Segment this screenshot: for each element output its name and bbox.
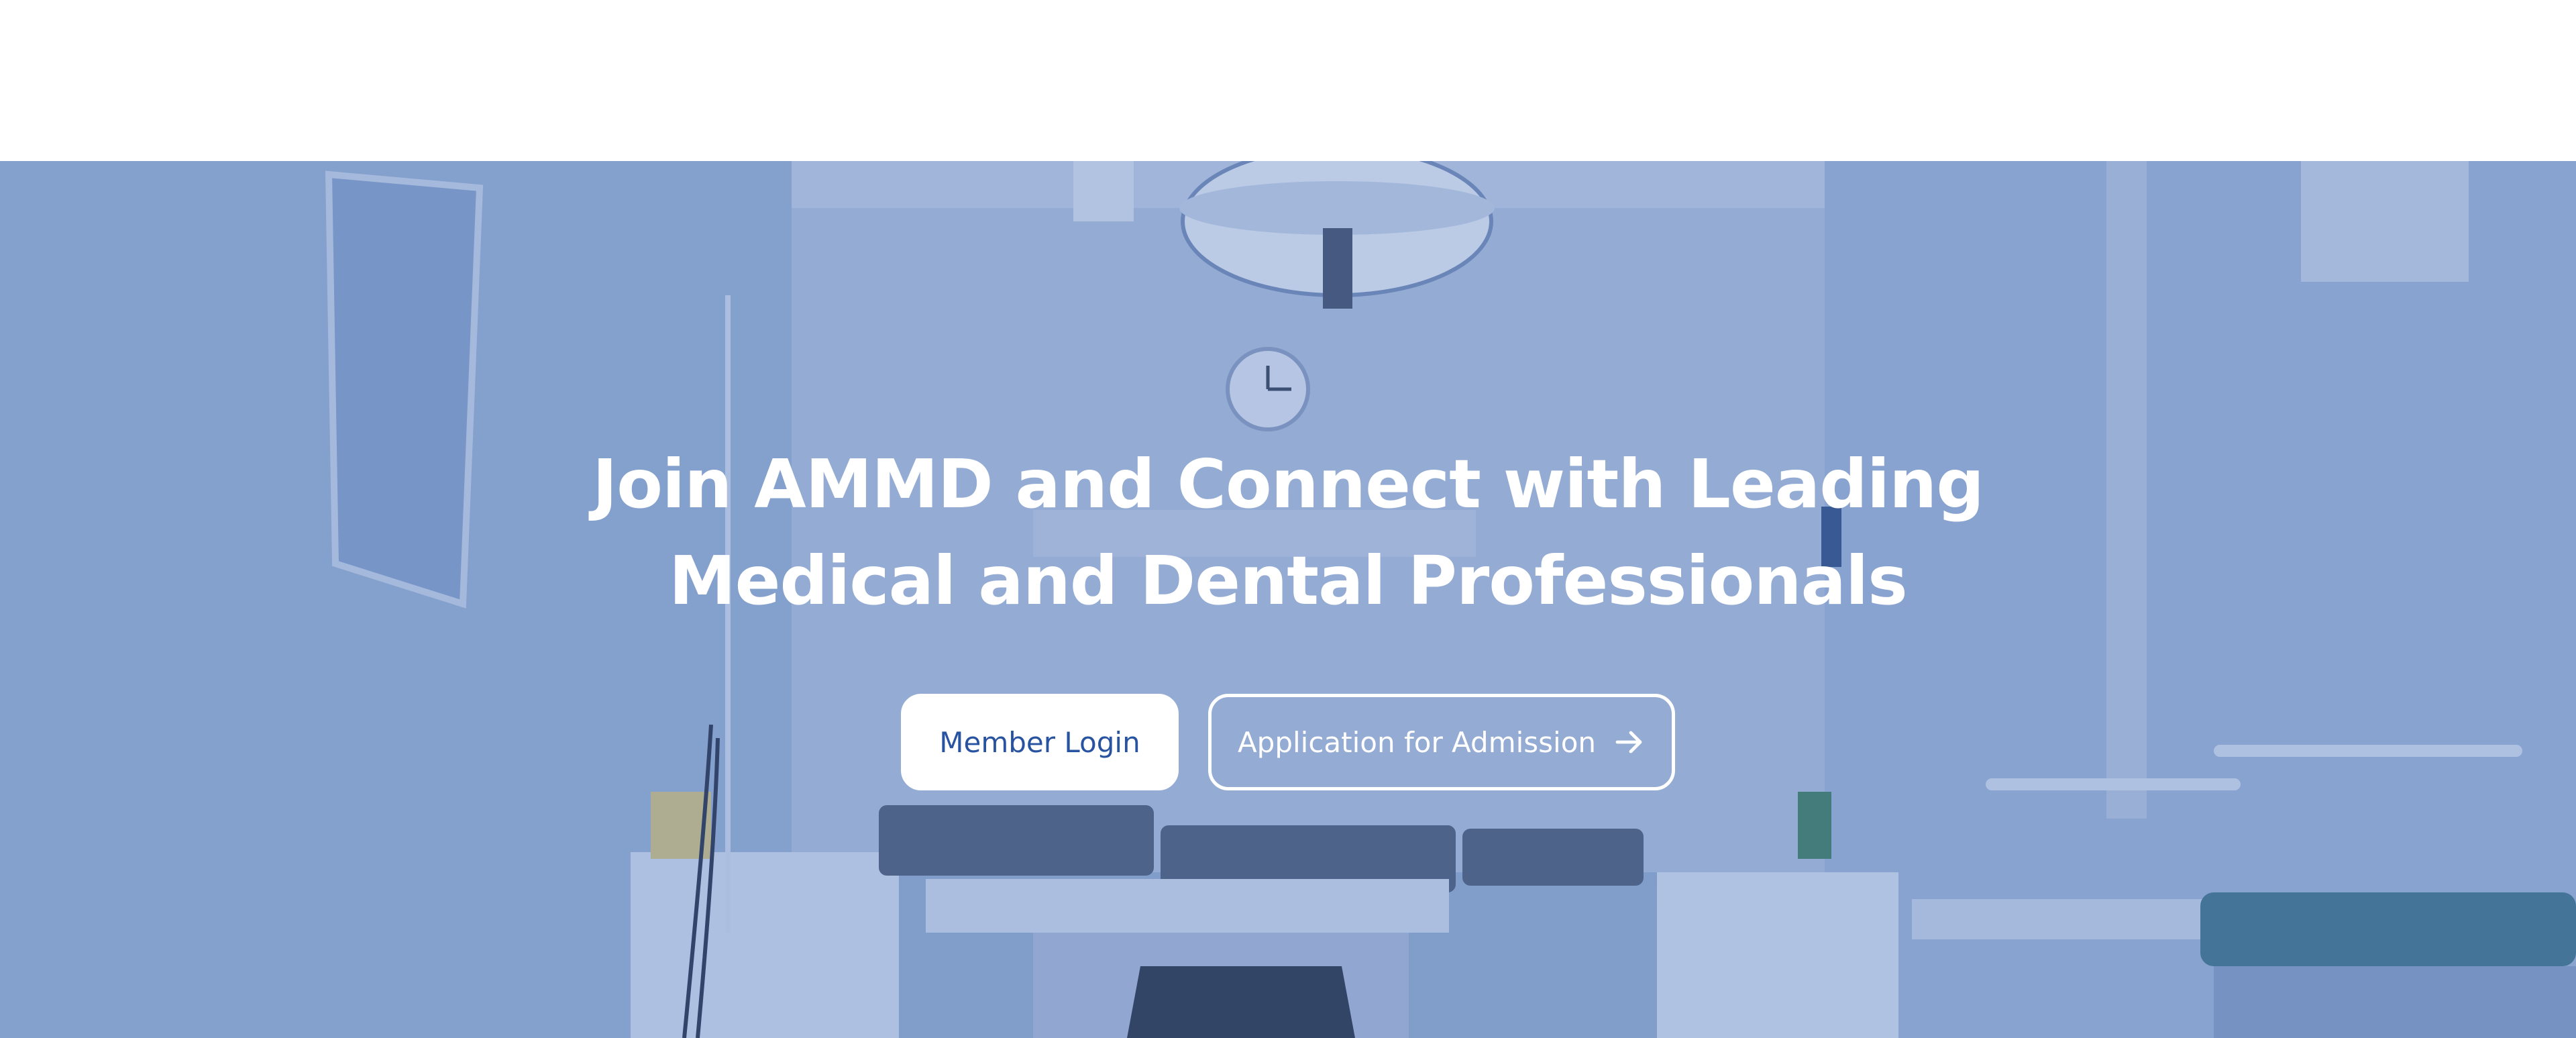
header-bar: [0, 0, 2576, 161]
hero-section: Join AMMD and Connect with Leading Medic…: [0, 161, 2576, 1038]
application-for-admission-button[interactable]: Application for Admission: [1208, 694, 1675, 790]
hero-content: Join AMMD and Connect with Leading Medic…: [0, 436, 2576, 790]
member-login-button[interactable]: Member Login: [901, 694, 1179, 790]
hero-buttons: Member Login Application for Admission: [0, 694, 2576, 790]
hero-title: Join AMMD and Connect with Leading Medic…: [592, 445, 1984, 620]
arrow-right-icon: [1615, 731, 1642, 754]
member-login-label: Member Login: [939, 725, 1140, 759]
application-for-admission-label: Application for Admission: [1237, 725, 1597, 759]
